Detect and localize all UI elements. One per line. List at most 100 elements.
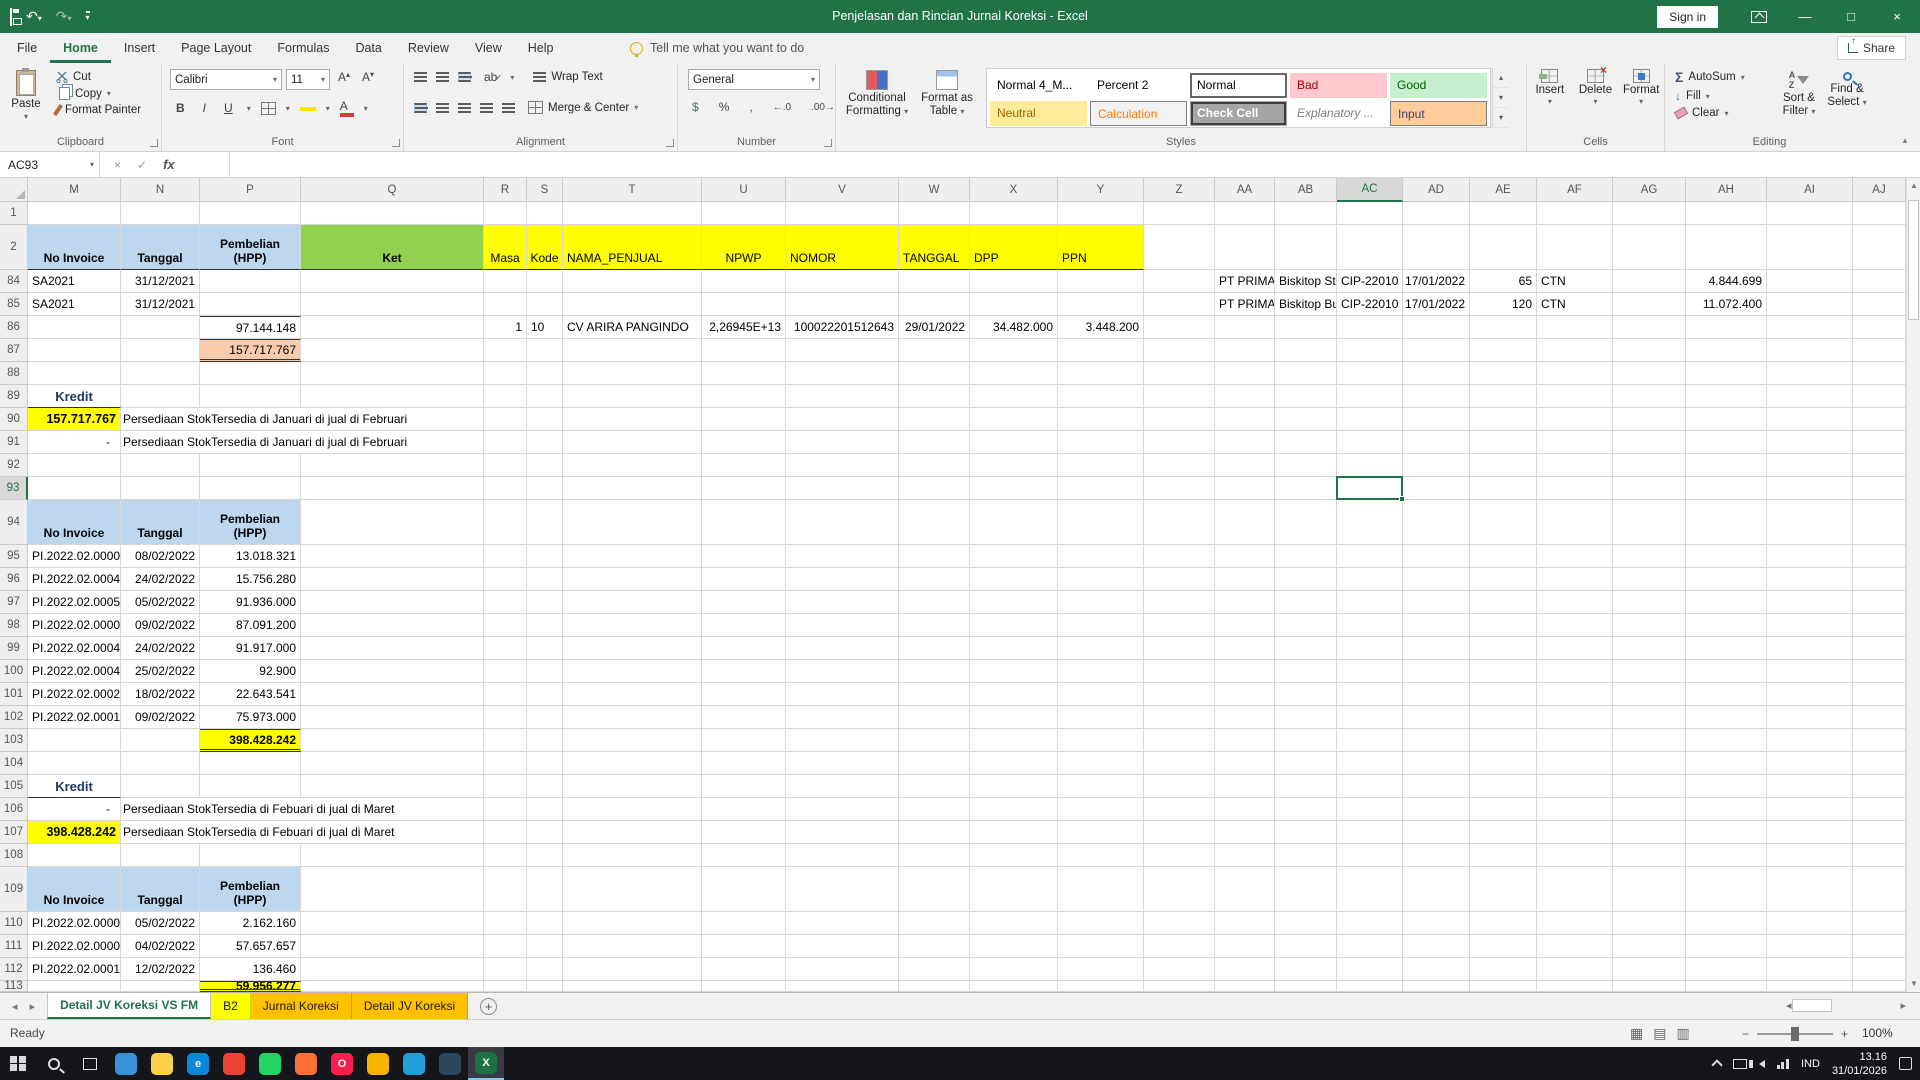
cell-Z107[interactable] bbox=[1144, 821, 1215, 844]
cell-N98[interactable]: 09/02/2022 bbox=[121, 614, 200, 637]
wrap-text-button[interactable]: Wrap Text bbox=[529, 69, 606, 85]
cell-S109[interactable] bbox=[527, 867, 563, 912]
cell-Z106[interactable] bbox=[1144, 798, 1215, 821]
sheet-tab-detail-jv-koreksi[interactable]: Detail JV Koreksi bbox=[352, 993, 468, 1019]
cell-M90[interactable]: 157.717.767 bbox=[28, 408, 121, 431]
alignment-dialog-launcher[interactable] bbox=[666, 139, 674, 147]
cell-W101[interactable] bbox=[899, 683, 970, 706]
cell-N1[interactable] bbox=[121, 202, 200, 225]
cell-AA106[interactable] bbox=[1215, 798, 1275, 821]
bold-button[interactable]: B bbox=[172, 100, 189, 116]
cell-AG88[interactable] bbox=[1613, 362, 1686, 385]
cell-AE112[interactable] bbox=[1470, 958, 1537, 981]
tab-data[interactable]: Data bbox=[342, 33, 394, 63]
cell-U84[interactable] bbox=[702, 270, 786, 293]
clear-button[interactable]: Clear▾ bbox=[1671, 105, 1749, 121]
cell-AE113[interactable] bbox=[1470, 981, 1537, 992]
cell-V90[interactable] bbox=[786, 408, 899, 431]
cell-AE90[interactable] bbox=[1470, 408, 1537, 431]
cell-AG91[interactable] bbox=[1613, 431, 1686, 454]
top-align-icon[interactable] bbox=[414, 72, 427, 82]
cell-Z94[interactable] bbox=[1144, 500, 1215, 545]
borders-icon[interactable] bbox=[261, 102, 276, 115]
cell-AE94[interactable] bbox=[1470, 500, 1537, 545]
cell-AE95[interactable] bbox=[1470, 545, 1537, 568]
col-header-V[interactable]: V bbox=[786, 178, 899, 202]
taskbar-app-opera[interactable]: O bbox=[324, 1047, 360, 1080]
cell-AJ106[interactable] bbox=[1853, 798, 1906, 821]
cell-AG85[interactable] bbox=[1613, 293, 1686, 316]
cell-AF100[interactable] bbox=[1537, 660, 1613, 683]
cell-M113[interactable] bbox=[28, 981, 121, 992]
bottom-align-icon[interactable] bbox=[458, 72, 471, 82]
page-layout-view-icon[interactable]: ▤ bbox=[1653, 1025, 1666, 1042]
cell-AE93[interactable] bbox=[1470, 477, 1537, 500]
cell-AG94[interactable] bbox=[1613, 500, 1686, 545]
cell-AD1[interactable] bbox=[1403, 202, 1470, 225]
cell-W97[interactable] bbox=[899, 591, 970, 614]
start-button[interactable] bbox=[0, 1047, 36, 1080]
cell-style-explanatory[interactable]: Explanatory ... bbox=[1290, 101, 1387, 126]
row-header-94[interactable]: 94 bbox=[0, 500, 28, 545]
cell-AC98[interactable] bbox=[1337, 614, 1403, 637]
row-header-84[interactable]: 84 bbox=[0, 270, 28, 293]
cell-V101[interactable] bbox=[786, 683, 899, 706]
cell-AA109[interactable] bbox=[1215, 867, 1275, 912]
cell-AB102[interactable] bbox=[1275, 706, 1337, 729]
cell-AJ111[interactable] bbox=[1853, 935, 1906, 958]
cell-R111[interactable] bbox=[484, 935, 527, 958]
cell-AD96[interactable] bbox=[1403, 568, 1470, 591]
horizontal-scrollbar[interactable]: ◂ ▸ bbox=[1786, 995, 1906, 1016]
cell-Y2[interactable]: PPN bbox=[1058, 225, 1144, 270]
cell-AD110[interactable] bbox=[1403, 912, 1470, 935]
cell-AC95[interactable] bbox=[1337, 545, 1403, 568]
cell-AE91[interactable] bbox=[1470, 431, 1537, 454]
cell-AJ102[interactable] bbox=[1853, 706, 1906, 729]
cell-AH99[interactable] bbox=[1686, 637, 1767, 660]
cell-Q95[interactable] bbox=[301, 545, 484, 568]
cell-AJ86[interactable] bbox=[1853, 316, 1906, 339]
cell-Q86[interactable] bbox=[301, 316, 484, 339]
cell-AG84[interactable] bbox=[1613, 270, 1686, 293]
cell-Y103[interactable] bbox=[1058, 729, 1144, 752]
cell-U102[interactable] bbox=[702, 706, 786, 729]
cell-AF91[interactable] bbox=[1537, 431, 1613, 454]
zoom-out-icon[interactable]: − bbox=[1742, 1027, 1749, 1041]
cell-V2[interactable]: NOMOR bbox=[786, 225, 899, 270]
cell-AF106[interactable] bbox=[1537, 798, 1613, 821]
row-header-1[interactable]: 1 bbox=[0, 202, 28, 225]
cell-AI89[interactable] bbox=[1767, 385, 1853, 408]
cell-V107[interactable] bbox=[786, 821, 899, 844]
cell-AE99[interactable] bbox=[1470, 637, 1537, 660]
cell-V110[interactable] bbox=[786, 912, 899, 935]
cell-Z110[interactable] bbox=[1144, 912, 1215, 935]
fill-handle[interactable] bbox=[1399, 496, 1405, 502]
cell-AI98[interactable] bbox=[1767, 614, 1853, 637]
cell-W92[interactable] bbox=[899, 454, 970, 477]
col-header-AE[interactable]: AE bbox=[1470, 178, 1537, 202]
cell-AJ107[interactable] bbox=[1853, 821, 1906, 844]
cell-AB98[interactable] bbox=[1275, 614, 1337, 637]
cell-AG95[interactable] bbox=[1613, 545, 1686, 568]
cell-Y97[interactable] bbox=[1058, 591, 1144, 614]
cut-button[interactable]: Cut bbox=[52, 69, 145, 85]
col-header-AC[interactable]: AC bbox=[1337, 178, 1403, 202]
cell-Q93[interactable] bbox=[301, 477, 484, 500]
cell-T112[interactable] bbox=[563, 958, 702, 981]
cell-P105[interactable] bbox=[200, 775, 301, 798]
taskbar-app-whatsapp[interactable] bbox=[252, 1047, 288, 1080]
cell-Y113[interactable] bbox=[1058, 981, 1144, 992]
cell-Q88[interactable] bbox=[301, 362, 484, 385]
cell-T110[interactable] bbox=[563, 912, 702, 935]
cell-Q92[interactable] bbox=[301, 454, 484, 477]
cell-U99[interactable] bbox=[702, 637, 786, 660]
cell-AI111[interactable] bbox=[1767, 935, 1853, 958]
tell-me-box[interactable]: Tell me what you want to do bbox=[630, 33, 804, 63]
row-header-85[interactable]: 85 bbox=[0, 293, 28, 316]
cell-P102[interactable]: 75.973.000 bbox=[200, 706, 301, 729]
orientation-icon[interactable]: ab̷ bbox=[480, 69, 501, 85]
cell-M100[interactable]: PI.2022.02.00046 bbox=[28, 660, 121, 683]
cell-Y105[interactable] bbox=[1058, 775, 1144, 798]
cell-style-neutral[interactable]: Neutral bbox=[990, 101, 1087, 126]
cell-AJ108[interactable] bbox=[1853, 844, 1906, 867]
